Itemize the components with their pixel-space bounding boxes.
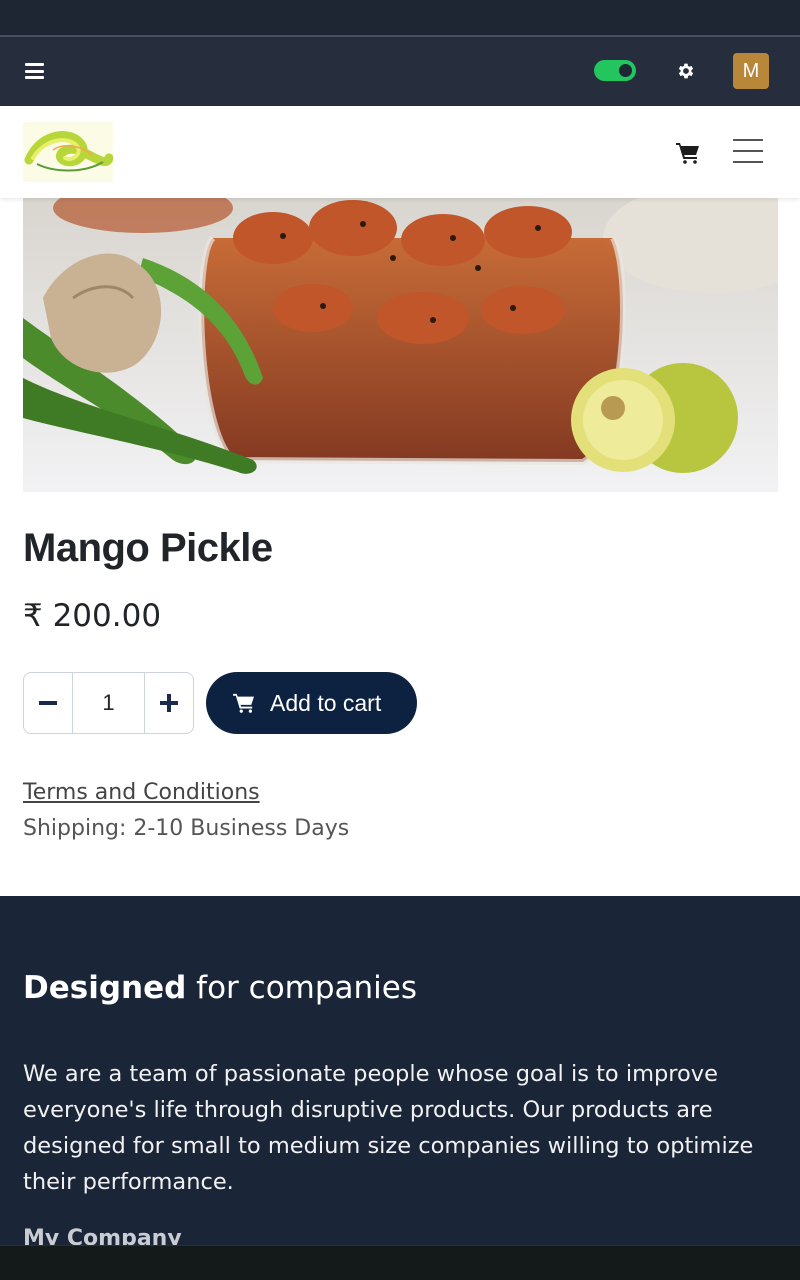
- add-to-cart-button[interactable]: Add to cart: [206, 672, 417, 734]
- decrease-quantity-button[interactable]: [24, 673, 72, 733]
- minus-icon: [39, 701, 57, 705]
- logo[interactable]: [23, 122, 113, 182]
- shipping-info: Shipping: 2-10 Business Days: [23, 816, 350, 841]
- terms-and-conditions-link[interactable]: Terms and Conditions: [23, 780, 260, 805]
- gear-icon[interactable]: [676, 61, 696, 81]
- footer-heading: Designed for companies: [23, 970, 417, 1006]
- cart-icon: [233, 693, 254, 713]
- product-title: Mango Pickle: [23, 526, 273, 570]
- status-strip: [0, 0, 800, 37]
- footer-heading-rest: for companies: [186, 970, 418, 1006]
- plus-icon: [160, 694, 178, 712]
- site-header: [0, 106, 800, 198]
- cart-icon[interactable]: [676, 142, 700, 164]
- footer: Designed for companies We are a team of …: [0, 896, 800, 1280]
- product-image: [23, 198, 778, 492]
- add-to-cart-label: Add to cart: [270, 689, 382, 716]
- quantity-input[interactable]: [72, 673, 145, 733]
- quantity-stepper: [23, 672, 194, 734]
- menu-icon[interactable]: [25, 63, 44, 79]
- menu-toggle-icon[interactable]: [733, 139, 763, 165]
- avatar[interactable]: M: [733, 53, 769, 89]
- product-price: ₹ 200.00: [23, 598, 162, 634]
- admin-navbar: M: [0, 37, 800, 106]
- toggle-switch[interactable]: [594, 60, 636, 81]
- footer-description: We are a team of passionate people whose…: [23, 1061, 754, 1195]
- increase-quantity-button[interactable]: [145, 673, 193, 733]
- footer-heading-bold: Designed: [23, 970, 187, 1006]
- bottom-bar: [0, 1245, 800, 1280]
